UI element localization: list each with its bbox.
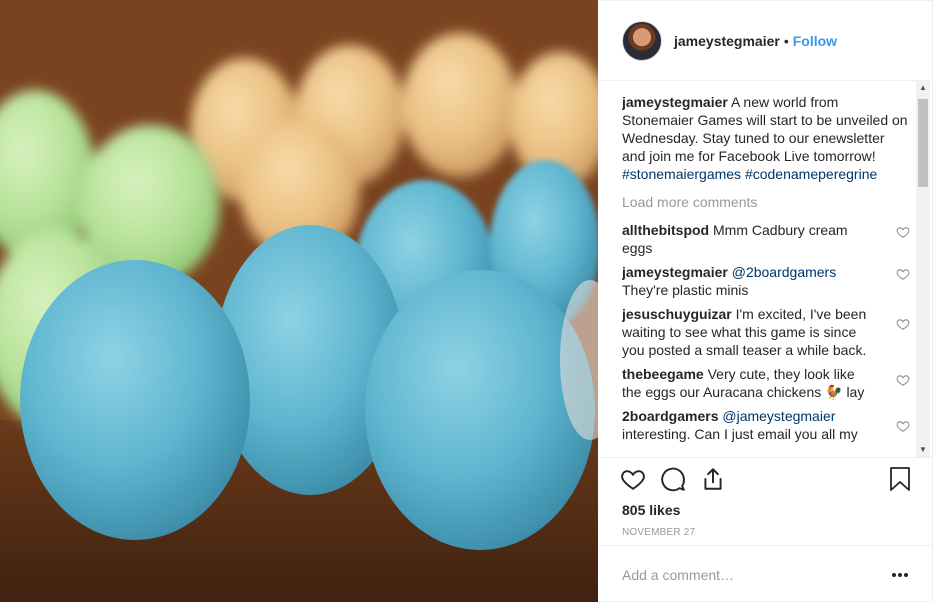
- comment-username[interactable]: thebeegame: [622, 366, 704, 382]
- comment-mention[interactable]: @jameystegmaier: [722, 408, 835, 424]
- share-icon[interactable]: [700, 466, 726, 492]
- comment-text: interesting. Can I just email you all my: [622, 426, 858, 442]
- scroll-thumb[interactable]: [918, 99, 928, 187]
- comment-item: allthebitspod Mmm Cadbury cream eggs: [622, 221, 910, 257]
- comment-username[interactable]: 2boardgamers: [622, 408, 718, 424]
- comments-scrollbar[interactable]: ▲ ▼: [916, 81, 930, 457]
- scroll-down-arrow-icon[interactable]: ▼: [916, 443, 930, 457]
- post-header: jameystegmaier • Follow: [598, 1, 933, 81]
- more-options-icon[interactable]: [891, 572, 909, 578]
- comment-mention[interactable]: @2boardgamers: [732, 264, 837, 280]
- comment-item: jameystegmaier @2boardgamers They're pla…: [622, 263, 910, 299]
- instagram-post: jameystegmaier • Follow jameystegmaier A…: [0, 0, 941, 606]
- follow-button[interactable]: Follow: [793, 33, 837, 49]
- comment-text: They're plastic minis: [622, 282, 749, 298]
- likes-count[interactable]: 805 likes: [622, 502, 680, 518]
- action-icons-row: [620, 466, 726, 492]
- comment-username[interactable]: allthebitspod: [622, 222, 709, 238]
- heart-icon[interactable]: [620, 466, 646, 492]
- post-actions: 805 likes NOVEMBER 27: [598, 457, 933, 545]
- add-comment-section: [598, 545, 933, 603]
- comment-username[interactable]: jesuschuyguizar: [622, 306, 732, 322]
- small-heart-icon[interactable]: [896, 267, 910, 281]
- separator-dot: •: [783, 32, 789, 49]
- small-heart-icon[interactable]: [896, 419, 910, 433]
- comment-item: jesuschuyguizar I'm excited, I've been w…: [622, 305, 910, 359]
- caption-username[interactable]: jameystegmaier: [622, 94, 728, 110]
- small-heart-icon[interactable]: [896, 317, 910, 331]
- comment-input[interactable]: [622, 564, 872, 586]
- header-username[interactable]: jameystegmaier: [674, 33, 780, 49]
- avatar[interactable]: [622, 20, 662, 61]
- comment-item: thebeegame Very cute, they look like the…: [622, 365, 910, 401]
- comment-item: 2boardgamers @jameystegmaier interesting…: [622, 407, 910, 443]
- post-photo[interactable]: [0, 0, 598, 602]
- post-side-panel: jameystegmaier • Follow jameystegmaier A…: [598, 0, 933, 602]
- hashtag-link[interactable]: #stonemaiergames: [622, 166, 741, 182]
- scroll-up-arrow-icon[interactable]: ▲: [916, 81, 930, 95]
- post-caption: jameystegmaier A new world from Stonemai…: [622, 93, 910, 183]
- small-heart-icon[interactable]: [896, 373, 910, 387]
- post-date[interactable]: NOVEMBER 27: [622, 527, 695, 538]
- comments-list[interactable]: jameystegmaier A new world from Stonemai…: [622, 93, 910, 455]
- load-more-comments-button[interactable]: Load more comments: [622, 193, 910, 211]
- bookmark-icon[interactable]: [889, 466, 911, 492]
- hashtag-link[interactable]: #codenameperegrine: [745, 166, 877, 182]
- comment-username[interactable]: jameystegmaier: [622, 264, 728, 280]
- egg-photo-image: [0, 0, 598, 602]
- comment-icon[interactable]: [660, 466, 686, 492]
- small-heart-icon[interactable]: [896, 225, 910, 239]
